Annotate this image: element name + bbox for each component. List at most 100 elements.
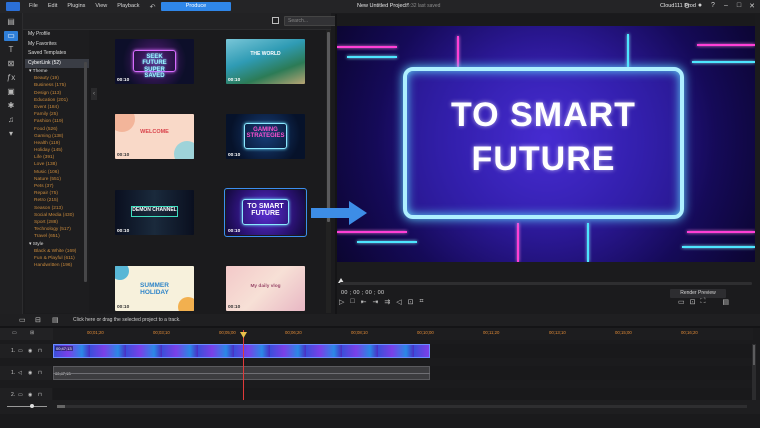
video-track-icon[interactable]: ▭ (18, 348, 23, 354)
grid-scrollbar[interactable] (326, 30, 331, 313)
tree-item-theme[interactable]: Pets (37) (25, 183, 89, 190)
tree-item-theme[interactable]: Business (175) (25, 82, 89, 89)
menu-view[interactable]: View (95, 3, 107, 11)
timeline-zoom-slider[interactable] (7, 406, 47, 407)
timeline-playhead[interactable] (243, 330, 244, 404)
tree-item-theme[interactable]: Food (526) (25, 126, 89, 133)
split-icon[interactable]: ▤ (52, 316, 59, 324)
particle-room-icon[interactable]: ✱ (4, 101, 18, 111)
tree-item-saved-templates[interactable]: Saved Templates (25, 49, 89, 59)
tree-item-theme[interactable]: Social Media (430) (25, 212, 89, 219)
template-thumbnail[interactable]: SUMMER HOLIDAY 00:10 (115, 266, 194, 311)
pip-room-icon[interactable]: ▣ (4, 87, 18, 97)
tree-item-my-profile[interactable]: My Profile (25, 30, 89, 40)
snapshot-icon[interactable]: ⊡ (690, 298, 696, 306)
visibility-icon[interactable]: ◉ (28, 348, 32, 354)
audio-track-icon[interactable]: ◁ (18, 370, 22, 376)
tree-item-theme[interactable]: Design (113) (25, 90, 89, 97)
mark-icon[interactable]: ⌗ (420, 298, 424, 306)
timeline-vertical-scrollbar[interactable] (752, 344, 756, 400)
next-frame-icon[interactable]: ⇥ (373, 298, 379, 306)
grid-view-icon[interactable] (272, 17, 279, 24)
undo-icon[interactable]: ↶ (150, 3, 156, 11)
volume-icon[interactable]: ◁ (396, 298, 401, 306)
timeline-horizontal-scrollbar[interactable] (57, 405, 747, 408)
fast-forward-icon[interactable]: ⇉ (384, 298, 390, 306)
fullscreen-icon[interactable]: ⛶ (701, 298, 706, 306)
collapse-panel-icon[interactable]: ‹ (91, 88, 97, 100)
menu-file[interactable]: File (29, 3, 38, 11)
tree-item-theme[interactable]: Family (25) (25, 111, 89, 118)
tree-scrollbar[interactable] (84, 62, 87, 282)
visibility-icon[interactable]: ◉ (28, 392, 32, 398)
previous-frame-icon[interactable]: ⇤ (361, 298, 367, 306)
menu-playback[interactable]: Playback (117, 3, 139, 11)
storyboard-icon[interactable]: ▭ (19, 316, 26, 324)
lock-icon[interactable]: ⊓ (38, 348, 42, 354)
timeline-view-icon[interactable]: ⊟ (35, 316, 41, 324)
display-quality-icon[interactable]: ▤ (722, 298, 729, 306)
zoom-slider-handle[interactable] (30, 404, 34, 408)
tree-group-theme[interactable]: ▾ Theme (25, 68, 89, 75)
template-thumbnail[interactable]: My daily vlog 00:10 (226, 266, 305, 311)
video-track-icon[interactable]: ▭ (18, 392, 23, 398)
lock-icon[interactable]: ⊓ (38, 392, 42, 398)
audio-volume-line[interactable] (53, 373, 430, 374)
lock-icon[interactable]: ⊓ (38, 370, 42, 376)
render-preview-button[interactable]: Render Preview (670, 289, 726, 298)
tree-item-theme[interactable]: Event (184) (25, 104, 89, 111)
tree-item-theme[interactable]: Gaming (138) (25, 133, 89, 140)
template-thumbnail[interactable]: SEEK FUTURE SUPER SAVED 00:10 (115, 39, 194, 84)
tree-item-my-favorites[interactable]: My Favorites (25, 40, 89, 50)
media-room-icon[interactable]: ▤ (4, 17, 18, 27)
audio-room-icon[interactable]: ♫ (4, 115, 18, 125)
play-icon[interactable]: ▷ (339, 298, 344, 306)
produce-button[interactable]: Produce (161, 2, 231, 11)
tree-item-style[interactable]: Handwritten (196) (25, 262, 89, 269)
video-clip[interactable]: 00;47;13 (53, 344, 430, 358)
tree-item-theme[interactable]: Season (213) (25, 205, 89, 212)
preview-scrubber[interactable] (340, 282, 752, 285)
tree-item-theme[interactable]: Retro (215) (25, 197, 89, 204)
transition-room-icon[interactable]: ⊠ (4, 59, 18, 69)
tree-item-cyberlink[interactable]: CyberLink (52) (25, 58, 89, 68)
snapshot-icon[interactable]: ⊡ (408, 298, 414, 306)
close-icon[interactable]: ✕ (748, 2, 756, 10)
template-thumbnail[interactable]: DEMON CHANNEL 00:10 (115, 190, 194, 235)
timeline-ruler[interactable]: 00;01;20 00;03;10 00;05;00 00;06;20 00;08;10… (53, 328, 753, 340)
tree-item-theme[interactable]: Music (106) (25, 169, 89, 176)
template-thumbnail[interactable]: WELCOME 00:10 (115, 114, 194, 159)
notification-icon[interactable]: ● (696, 2, 704, 10)
menu-edit[interactable]: Edit (48, 3, 57, 11)
maximize-icon[interactable]: □ (735, 2, 743, 10)
tree-item-theme[interactable]: Nature (551) (25, 176, 89, 183)
tree-item-style[interactable]: Black & White (169) (25, 248, 89, 255)
undock-icon[interactable]: ▭ (678, 298, 685, 306)
tree-item-theme[interactable]: Technology (517) (25, 226, 89, 233)
menu-plugins[interactable]: Plugins (67, 3, 85, 11)
tree-item-theme[interactable]: Travel (651) (25, 233, 89, 240)
subtitle-room-icon[interactable]: ▾ (4, 129, 18, 139)
tree-group-style[interactable]: ▾ Style (25, 241, 89, 248)
video-track-2[interactable] (53, 388, 753, 400)
track-view-icon[interactable]: ▭ (12, 330, 17, 336)
stop-icon[interactable]: □ (350, 298, 354, 306)
track-manager-icon[interactable]: ⊞ (30, 330, 34, 336)
visibility-icon[interactable]: ◉ (28, 370, 32, 376)
tree-item-theme[interactable]: Love (138) (25, 161, 89, 168)
tree-item-theme[interactable]: Beauty (19) (25, 75, 89, 82)
gear-icon[interactable]: ⚙ (683, 2, 691, 10)
preview-window[interactable]: TO SMART FUTURE (337, 26, 755, 262)
help-icon[interactable]: ? (709, 2, 717, 10)
minimize-icon[interactable]: – (722, 2, 730, 10)
title-room-icon[interactable]: T (4, 45, 18, 55)
tree-item-style[interactable]: Fun & Playful (611) (25, 255, 89, 262)
template-thumbnail[interactable]: GAMING STRATEGIES 00:10 (226, 114, 305, 159)
tree-item-theme[interactable]: Life (391) (25, 154, 89, 161)
effect-room-icon[interactable]: ƒx (4, 73, 18, 83)
template-room-icon[interactable]: ▭ (4, 31, 18, 41)
tree-item-theme[interactable]: Health (119) (25, 140, 89, 147)
template-thumbnail-selected[interactable]: TO SMART FUTURE 00:10 (224, 188, 307, 237)
tree-item-theme[interactable]: Repair (75) (25, 190, 89, 197)
tree-item-theme[interactable]: Sport (288) (25, 219, 89, 226)
